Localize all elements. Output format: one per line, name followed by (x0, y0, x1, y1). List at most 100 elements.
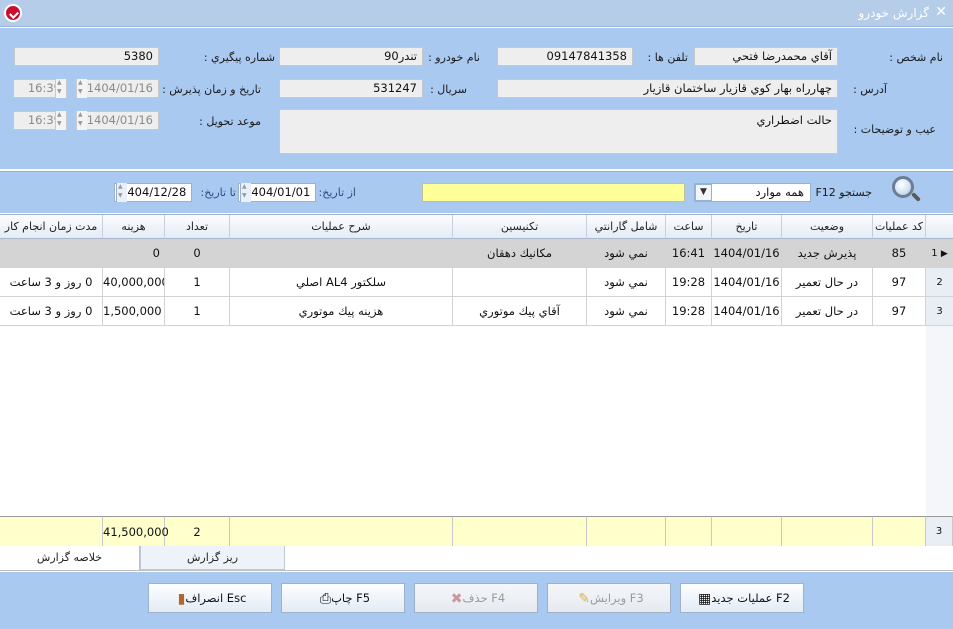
column-header-description[interactable]: شرح عمليات (230, 215, 453, 239)
vehicle-name-field[interactable]: تندر90 (279, 47, 423, 66)
cell-cost[interactable]: 0 (103, 239, 165, 268)
reception-date-spinner[interactable] (76, 79, 87, 98)
edit-button[interactable]: ✎ويرايش F3 (547, 583, 671, 613)
cell-status[interactable]: در حال تعمير (782, 268, 873, 297)
cell-description[interactable]: سلكتور AL4 اصلي (230, 268, 453, 297)
cell-date[interactable]: 1404/01/16 (712, 268, 782, 297)
tracking-number-field[interactable]: 5380 (14, 47, 159, 66)
delivery-label: موعد تحويل : (199, 115, 261, 128)
phones-label: تلفن ها : (647, 51, 689, 64)
to-date-spinner[interactable] (116, 183, 127, 202)
from-date-label: از تاريخ: (318, 186, 356, 199)
close-icon[interactable]: ✕ (935, 4, 947, 20)
tracking-number-label: شماره پيگيري : (203, 51, 275, 64)
cell-description[interactable]: هزينه پيك موتوري (230, 297, 453, 326)
vehicle-name-label: نام خودرو : (428, 51, 480, 64)
tab-detail[interactable]: ريز گزارش (140, 546, 285, 570)
address-field[interactable]: چهارراه بهار كوي قازيار ساختمان قازيار (497, 79, 838, 98)
cell-cost[interactable]: 1,500,000 (103, 297, 165, 326)
row-indicator[interactable]: 3 (926, 297, 953, 326)
person-name-label: نام شخص : (889, 51, 943, 64)
column-header-duration[interactable]: مدت زمان انجام كار (0, 215, 103, 239)
column-header-code[interactable]: كد عمليات (873, 215, 926, 239)
reception-time-spinner[interactable] (55, 79, 66, 98)
reception-label: تاريخ و زمان پذيرش : (162, 83, 261, 96)
cell-cost[interactable]: 40,000,000 (103, 268, 165, 297)
cell-time[interactable]: 19:28 (666, 268, 712, 297)
cell-warranty[interactable]: نمي شود (587, 297, 666, 326)
person-name-field[interactable]: آقاي محمدرضا فتحي (694, 47, 838, 66)
cell-time[interactable]: 16:41 (666, 239, 712, 268)
to-date-label: تا تاريخ: (200, 186, 236, 199)
delete-button[interactable]: ✖حذف F4 (414, 583, 538, 613)
search-label: جستجو F12 (815, 186, 872, 199)
footer-cell (453, 516, 587, 546)
serial-field[interactable]: 531247 (279, 79, 423, 98)
app-logo-icon (4, 4, 22, 22)
cell-duration[interactable]: 0 روز و 3 ساعت (0, 297, 103, 326)
delivery-date-field[interactable]: 1404/01/16 (75, 111, 159, 130)
address-label: آدرس : (853, 83, 887, 96)
cell-code[interactable]: 97 (873, 297, 926, 326)
column-header-time[interactable]: ساعت (666, 215, 712, 239)
footer-cell (230, 516, 453, 546)
cancel-button[interactable]: ▮انصراف Esc (148, 583, 272, 613)
defects-textarea[interactable]: حالت اضطراري (279, 109, 838, 154)
row-indicator[interactable]: ▶ 1 (926, 239, 953, 268)
cell-code[interactable]: 85 (873, 239, 926, 268)
row-pointer-icon: ▶ (940, 249, 948, 259)
window-title: گزارش خودرو (858, 6, 929, 20)
cell-qty[interactable]: 0 (165, 239, 230, 268)
delivery-time-spinner[interactable] (55, 111, 66, 130)
delivery-date-spinner[interactable] (76, 111, 87, 130)
reception-date-field[interactable]: 1404/01/16 (75, 79, 159, 98)
title-bar: گزارش خودرو ✕ (0, 0, 953, 27)
column-header-warranty[interactable]: شامل گارانتي (587, 215, 666, 239)
chevron-down-icon[interactable]: ▼ (695, 184, 712, 201)
tab-summary[interactable]: خلاصه گزارش (0, 546, 140, 570)
footer-row-count: 3 (926, 516, 953, 546)
cell-time[interactable]: 19:28 (666, 297, 712, 326)
footer-cell (0, 516, 103, 546)
cell-status[interactable]: پذيرش جديد (782, 239, 873, 268)
column-header-technician[interactable]: تكنيسين (453, 215, 587, 239)
cell-status[interactable]: در حال تعمير (782, 297, 873, 326)
pencil-icon: ✎ (578, 590, 590, 607)
report-tabs: خلاصه گزارش ريز گزارش (0, 546, 953, 571)
print-button[interactable]: ⎙چاپ F5 (281, 583, 405, 613)
cell-warranty[interactable]: نمي شود (587, 268, 666, 297)
cell-technician[interactable] (453, 268, 587, 297)
cell-date[interactable]: 1404/01/16 (712, 297, 782, 326)
vehicle-info-panel: نام شخص : آقاي محمدرضا فتحي تلفن ها : 09… (0, 28, 953, 169)
column-header-date[interactable]: تاريخ (712, 215, 782, 239)
footer-cost-total: 41,500,000 (103, 516, 169, 546)
new-operation-button[interactable]: ▦عمليات جديد F2 (680, 583, 804, 613)
search-input[interactable] (422, 183, 685, 202)
footer-qty-total: 2 (165, 516, 230, 546)
footer-cell (666, 516, 712, 546)
footer-cell (587, 516, 666, 546)
cell-code[interactable]: 97 (873, 268, 926, 297)
cell-description[interactable] (230, 239, 453, 268)
filter-bar: جستجو F12 همه موارد ▼ از تاريخ: 1404/01/… (0, 171, 953, 213)
cell-qty[interactable]: 1 (165, 268, 230, 297)
cell-technician[interactable]: آقاي پيك موتوري (453, 297, 587, 326)
search-icon[interactable] (890, 176, 921, 206)
cell-date[interactable]: 1404/01/16 (712, 239, 782, 268)
action-bar: ▦عمليات جديد F2 ✎ويرايش F3 ✖حذف F4 ⎙چاپ … (0, 572, 953, 629)
row-indicator[interactable]: 2 (926, 268, 953, 297)
calculator-icon: ▦ (698, 590, 712, 607)
cell-warranty[interactable]: نمي شود (587, 239, 666, 268)
from-date-spinner[interactable] (240, 183, 251, 202)
cell-technician[interactable]: مكانيك دهقان (453, 239, 587, 268)
column-header-cost[interactable]: هزينه (103, 215, 165, 239)
footer-cell (782, 516, 873, 546)
column-header-status[interactable]: وضعيت (782, 215, 873, 239)
cell-qty[interactable]: 1 (165, 297, 230, 326)
footer-cell (712, 516, 782, 546)
phones-field[interactable]: 09147841358 (497, 47, 633, 66)
cell-duration[interactable] (0, 239, 103, 268)
cell-duration[interactable]: 0 روز و 3 ساعت (0, 268, 103, 297)
column-header-qty[interactable]: تعداد (165, 215, 230, 239)
printer-icon: ⎙ (319, 590, 332, 607)
